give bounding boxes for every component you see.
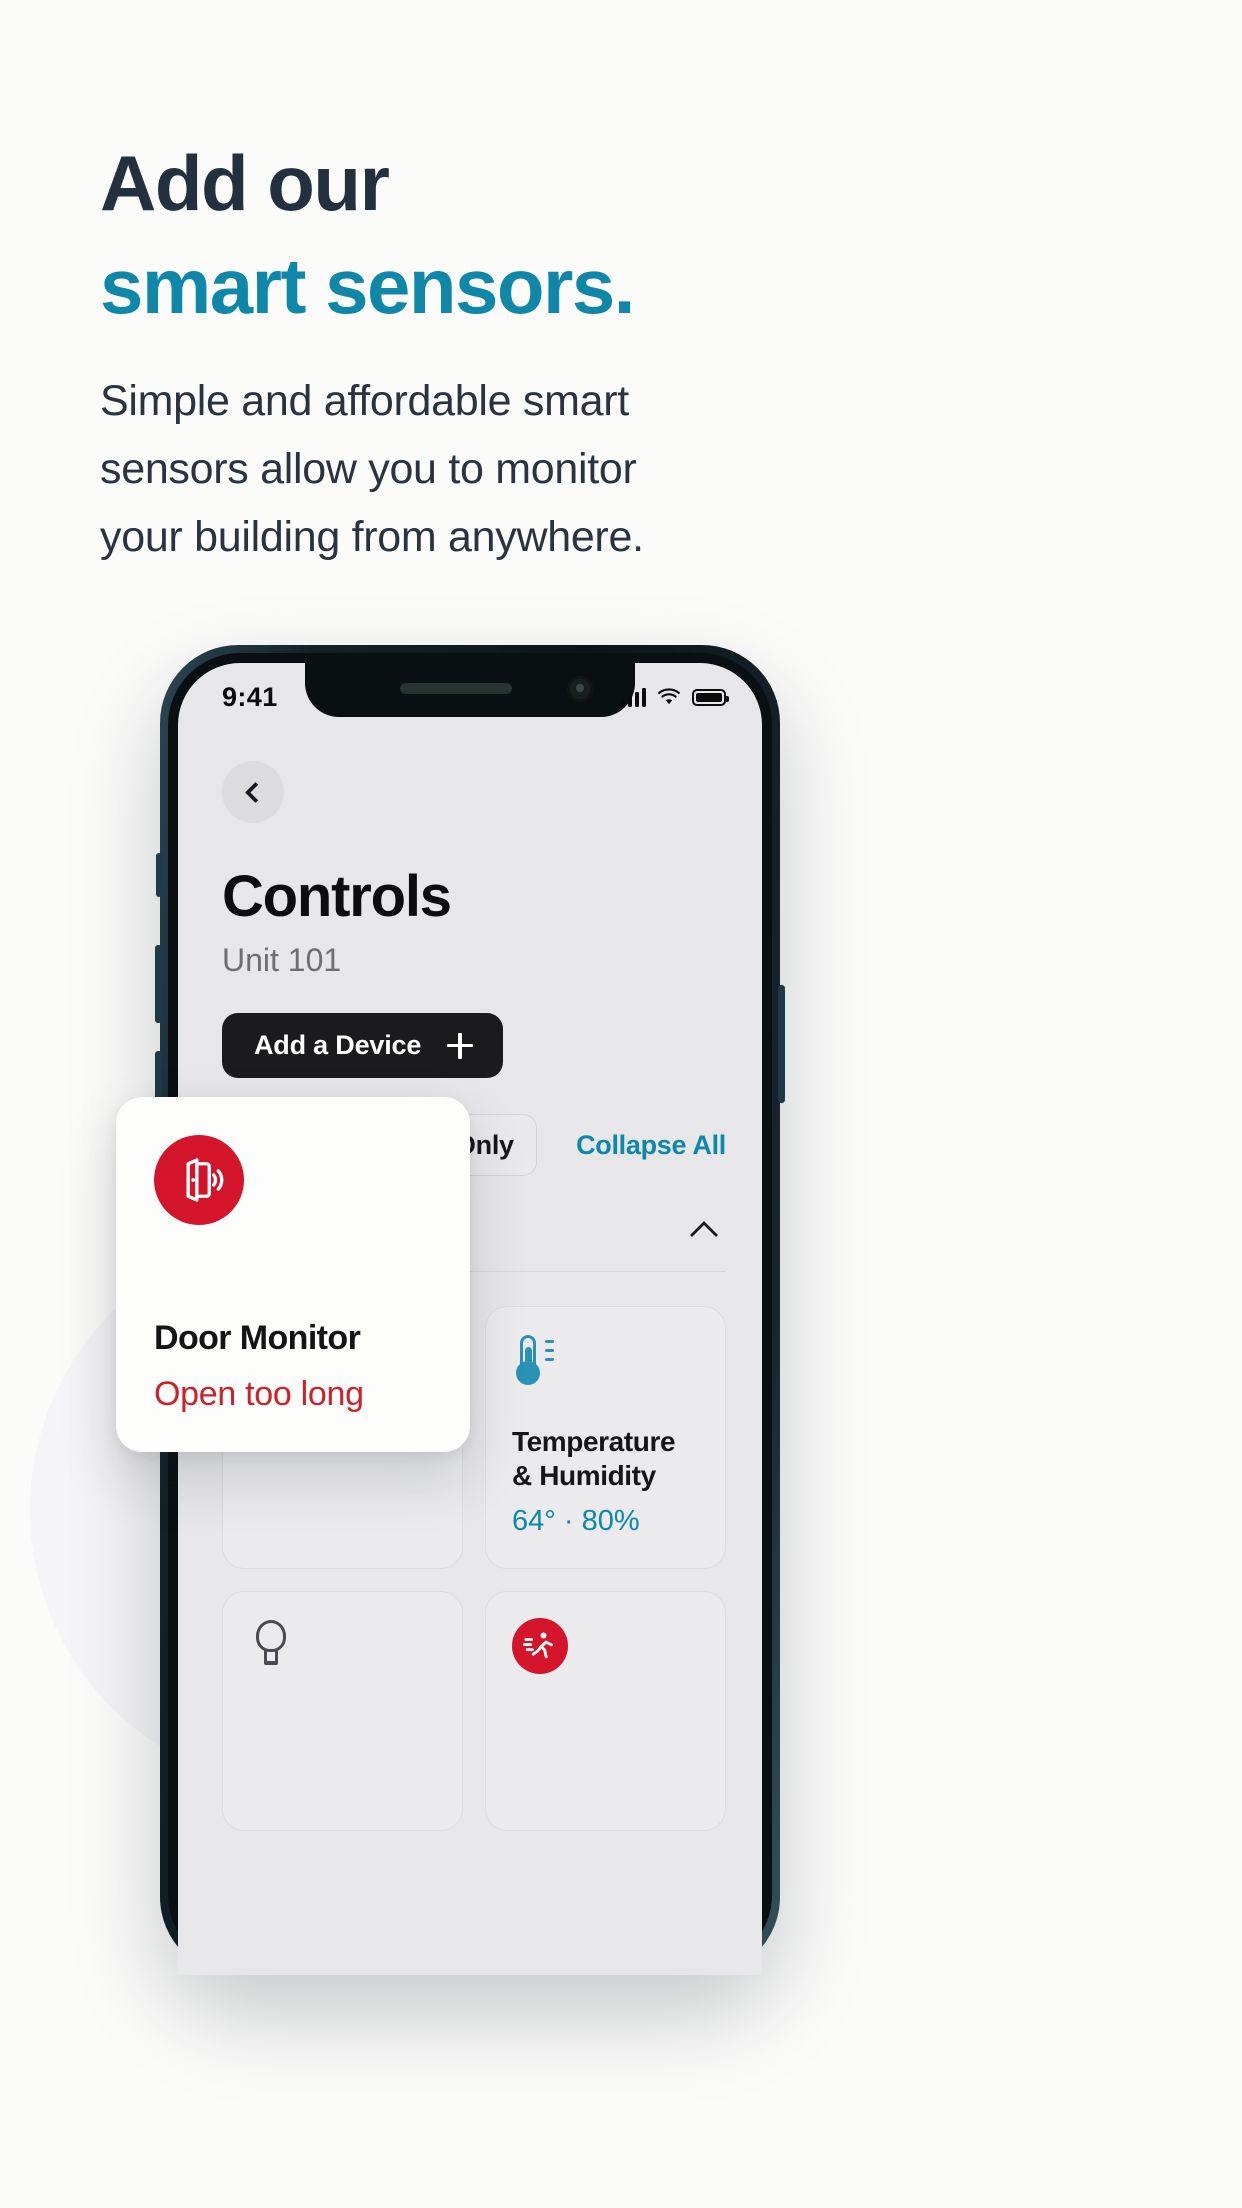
add-device-button[interactable]: Add a Device <box>222 1013 504 1078</box>
chevron-left-icon <box>244 781 267 803</box>
add-device-label: Add a Device <box>254 1030 422 1060</box>
hero-body-text: Simple and affordable smart sensors allo… <box>100 377 644 561</box>
collapse-all-link[interactable]: Collapse All <box>576 1130 726 1161</box>
door-glyph <box>186 1158 224 1202</box>
phone-volume-up-button <box>155 945 162 1023</box>
cellular-bars-icon <box>620 687 646 707</box>
headline-line-2: smart sensors. <box>100 241 635 330</box>
phone-mute-switch <box>156 853 162 897</box>
back-button[interactable] <box>222 761 284 823</box>
door-sensor-icon <box>154 1135 244 1225</box>
page-subtitle: Unit 101 <box>222 942 342 978</box>
wifi-icon <box>658 687 680 704</box>
device-value: 64° · 80% <box>512 1505 640 1538</box>
chevron-up-icon <box>689 1220 719 1249</box>
hero-headline: Add our smart sensors. <box>100 132 1000 338</box>
page-title: Controls <box>222 864 452 929</box>
page-root: Add our smart sensors. Simple and afford… <box>0 0 1242 2208</box>
device-card-motion[interactable] <box>485 1591 726 1832</box>
status-time: 9:41 <box>222 681 278 712</box>
status-icons <box>620 687 729 707</box>
device-title: Temperature & Humidity <box>512 1426 676 1492</box>
device-card-light[interactable] <box>222 1591 463 1832</box>
phone-power-button <box>778 985 785 1103</box>
headline-line-1: Add our <box>100 139 390 227</box>
motion-sensor-icon <box>512 1618 568 1675</box>
plus-icon <box>447 1032 474 1059</box>
battery-full-icon <box>692 688 729 706</box>
thermometer-icon <box>512 1333 556 1389</box>
device-card-temperature[interactable]: Temperature & Humidity 64° · 80% <box>485 1306 726 1570</box>
lightbulb-icon <box>249 1618 293 1674</box>
ios-status-bar: 9:41 <box>178 663 762 721</box>
overlay-card-title: Door Monitor <box>154 1319 361 1357</box>
overlay-card-status: Open too long <box>154 1375 364 1413</box>
door-monitor-overlay-card[interactable]: Door Monitor Open too long <box>116 1097 470 1452</box>
